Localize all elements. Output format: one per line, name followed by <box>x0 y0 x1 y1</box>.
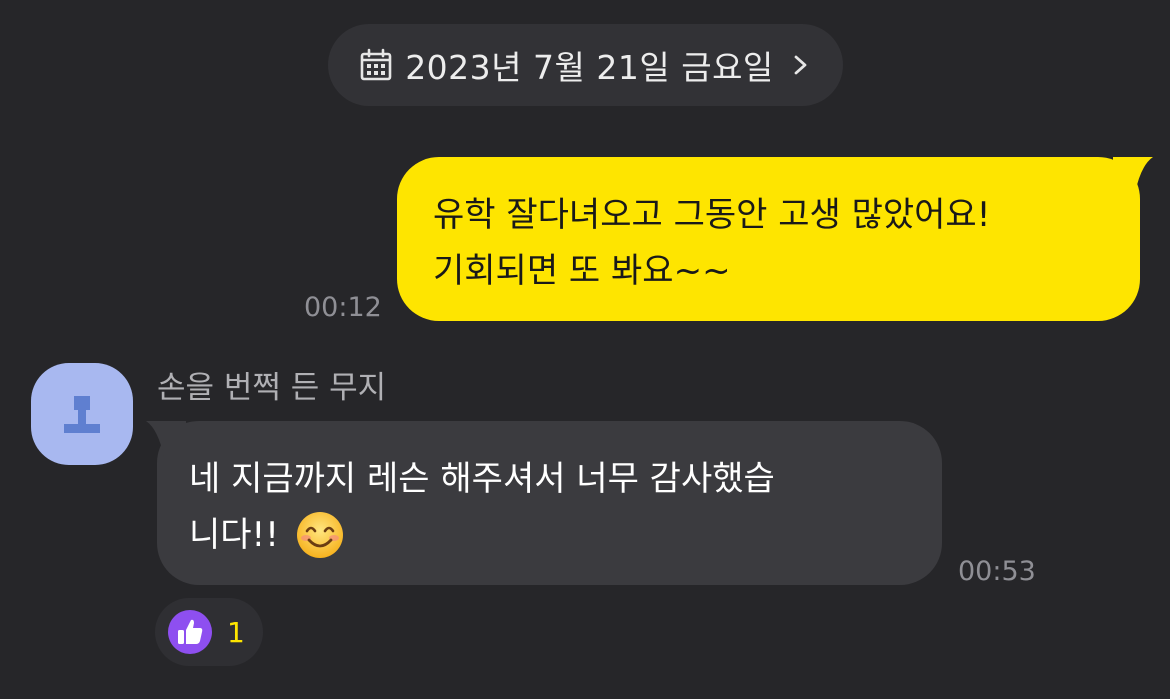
message-text-line: 기회되면 또 봐요~~ <box>433 251 731 291</box>
reaction-like-button[interactable]: 1 <box>155 598 263 666</box>
message-text-line: 유학 잘다녀오고 그동안 고생 많았어요! <box>433 195 991 235</box>
bubble-tail <box>1113 157 1153 193</box>
chevron-right-icon <box>794 55 807 75</box>
avatar[interactable] <box>31 363 133 465</box>
date-label: 2023년 7월 21일 금요일 <box>405 48 774 87</box>
date-divider[interactable]: 2023년 7월 21일 금요일 <box>328 24 843 106</box>
bubble-tail <box>146 421 186 457</box>
muzi-icon <box>64 396 100 433</box>
reaction-count: 1 <box>227 615 245 649</box>
message-text-line-with-emoji: 니다!! <box>189 507 942 563</box>
message-text-fragment: 니다!! <box>189 515 279 555</box>
incoming-message-bubble[interactable]: 네 지금까지 레슨 해주셔서 너무 감사했습 니다!! <box>146 421 942 585</box>
message-text-line: 네 지금까지 레슨 해주셔서 너무 감사했습 <box>189 459 775 499</box>
thumbs-up-icon <box>168 610 212 654</box>
outgoing-message-bubble[interactable]: 유학 잘다녀오고 그동안 고생 많았어요! 기회되면 또 봐요~~ <box>397 157 1153 321</box>
calendar-icon <box>360 48 392 81</box>
smiling-face-icon <box>296 512 343 558</box>
outgoing-message-time: 00:12 <box>304 292 382 323</box>
incoming-message-time: 00:53 <box>958 556 1036 587</box>
sender-name: 손을 번쩍 든 무지 <box>157 370 387 406</box>
